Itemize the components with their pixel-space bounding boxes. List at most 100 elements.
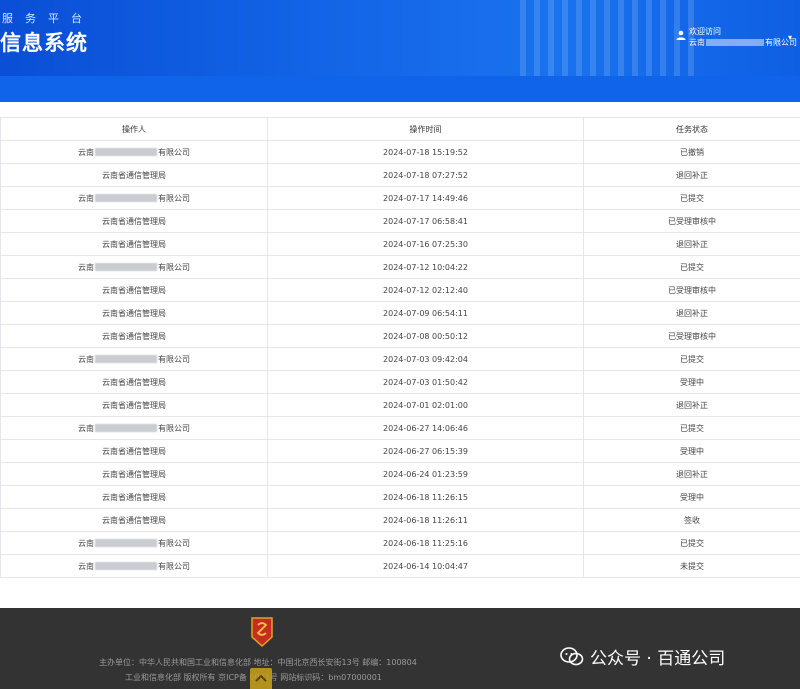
operator-prefix: 云南 <box>78 423 94 433</box>
arrow-up-icon <box>255 674 267 682</box>
cell-operator: 云南省通信管理局 <box>0 324 268 348</box>
table-row: 云南省通信管理局 2024-06-18 11:26:11 签收 <box>0 508 800 532</box>
task-history-table: 操作人 操作时间 任务状态 云南 有限公司 2024-07-18 15:19:52 已… <box>0 117 800 578</box>
operator-suffix: 有限公司 <box>158 561 190 571</box>
cell-status: 未提交 <box>583 554 800 578</box>
cell-time: 2024-07-09 06:54:11 <box>267 301 584 325</box>
redacted-block <box>95 263 157 271</box>
operator-name: 云南 有限公司 <box>78 538 190 549</box>
operator-name: 云南 有限公司 <box>78 354 190 365</box>
redacted-block <box>95 148 157 156</box>
cell-status: 已提交 <box>583 531 800 555</box>
cell-time: 2024-06-18 11:26:15 <box>267 485 584 509</box>
wechat-watermark: 公众号 · 百通公司 <box>560 644 725 669</box>
operator-name: 云南 有限公司 <box>78 561 190 572</box>
redacted-block <box>95 562 157 570</box>
user-company: 云南 有限公司 <box>689 37 797 48</box>
cell-operator: 云南省通信管理局 <box>0 278 268 302</box>
cell-operator: 云南 有限公司 <box>0 186 268 210</box>
watermark-text: 公众号 · 百通公司 <box>590 649 726 669</box>
cell-status: 退回补正 <box>583 301 800 325</box>
table-row: 云南省通信管理局 2024-07-01 02:01:00 退回补正 <box>0 393 800 417</box>
cell-status: 已受理审核中 <box>583 278 800 302</box>
redacted-block <box>95 539 157 547</box>
table-row: 云南省通信管理局 2024-06-18 11:26:15 受理中 <box>0 485 800 509</box>
cell-status: 已受理审核中 <box>583 209 800 233</box>
table-row: 云南 有限公司 2024-07-17 14:49:46 已提交 <box>0 186 800 210</box>
operator-prefix: 云南 <box>78 561 94 571</box>
cell-operator: 云南 有限公司 <box>0 416 268 440</box>
operator-suffix: 有限公司 <box>158 193 190 203</box>
table-row: 云南省通信管理局 2024-07-17 06:58:41 已受理审核中 <box>0 209 800 233</box>
cell-operator: 云南省通信管理局 <box>0 163 268 187</box>
operator-name: 云南 有限公司 <box>78 262 190 273</box>
cell-time: 2024-07-12 10:04:22 <box>267 255 584 279</box>
cell-operator: 云南省通信管理局 <box>0 301 268 325</box>
cell-operator: 云南省通信管理局 <box>0 508 268 532</box>
cell-time: 2024-06-18 11:26:11 <box>267 508 584 532</box>
cell-time: 2024-06-18 11:25:16 <box>267 531 584 555</box>
chevron-down-icon[interactable]: ▾ <box>788 32 792 43</box>
table-row: 云南 有限公司 2024-07-18 15:19:52 已撤销 <box>0 140 800 164</box>
cell-operator: 云南 有限公司 <box>0 347 268 371</box>
cell-status: 已提交 <box>583 186 800 210</box>
table-row: 云南省通信管理局 2024-07-03 01:50:42 受理中 <box>0 370 800 394</box>
table-row: 云南省通信管理局 2024-06-27 06:15:39 受理中 <box>0 439 800 463</box>
cell-time: 2024-07-03 01:50:42 <box>267 370 584 394</box>
cell-status: 受理中 <box>583 439 800 463</box>
cell-status: 已受理审核中 <box>583 324 800 348</box>
cell-operator: 云南省通信管理局 <box>0 232 268 256</box>
operator-prefix: 云南 <box>78 193 94 203</box>
operator-suffix: 有限公司 <box>158 262 190 272</box>
cell-operator: 云南省通信管理局 <box>0 370 268 394</box>
brand-title: 信息系统 <box>0 31 88 55</box>
column-header-status: 任务状态 <box>583 117 800 141</box>
cell-status: 退回补正 <box>583 232 800 256</box>
cell-operator: 云南省通信管理局 <box>0 462 268 486</box>
redacted-block <box>95 424 157 432</box>
cell-status: 受理中 <box>583 370 800 394</box>
page-header: 服务平台 信息系统 欢迎访问 云南 有限公司 ▾ <box>0 0 800 76</box>
cell-time: 2024-07-12 02:12:40 <box>267 278 584 302</box>
user-greeting: 欢迎访问 <box>689 27 721 36</box>
operator-prefix: 云南 <box>78 354 94 364</box>
operator-name: 云南 有限公司 <box>78 423 190 434</box>
table-row: 云南省通信管理局 2024-06-24 01:23:59 退回补正 <box>0 462 800 486</box>
cell-operator: 云南省通信管理局 <box>0 485 268 509</box>
emblem-icon <box>251 617 273 647</box>
table-row: 云南省通信管理局 2024-07-09 06:54:11 退回补正 <box>0 301 800 325</box>
table-row: 云南省通信管理局 2024-07-08 00:50:12 已受理审核中 <box>0 324 800 348</box>
cell-operator: 云南 有限公司 <box>0 140 268 164</box>
redacted-block <box>95 194 157 202</box>
wechat-icon <box>560 646 584 665</box>
table-row: 云南 有限公司 2024-06-18 11:25:16 已提交 <box>0 531 800 555</box>
operator-suffix: 有限公司 <box>158 423 190 433</box>
cell-operator: 云南省通信管理局 <box>0 393 268 417</box>
operator-prefix: 云南 <box>78 538 94 548</box>
cell-status: 退回补正 <box>583 393 800 417</box>
cell-status: 退回补正 <box>583 163 800 187</box>
cell-time: 2024-07-03 09:42:04 <box>267 347 584 371</box>
user-icon <box>676 30 686 40</box>
operator-suffix: 有限公司 <box>158 538 190 548</box>
cell-status: 已提交 <box>583 347 800 371</box>
cell-time: 2024-07-18 07:27:52 <box>267 163 584 187</box>
cell-status: 受理中 <box>583 485 800 509</box>
user-company-prefix: 云南 <box>689 38 705 47</box>
table-row: 云南 有限公司 2024-07-03 09:42:04 已提交 <box>0 347 800 371</box>
table-row: 云南省通信管理局 2024-07-12 02:12:40 已受理审核中 <box>0 278 800 302</box>
operator-name: 云南 有限公司 <box>78 193 190 204</box>
cell-time: 2024-06-27 06:15:39 <box>267 439 584 463</box>
cell-time: 2024-06-24 01:23:59 <box>267 462 584 486</box>
table-row: 云南 有限公司 2024-07-12 10:04:22 已提交 <box>0 255 800 279</box>
cell-time: 2024-07-16 07:25:30 <box>267 232 584 256</box>
cell-operator: 云南省通信管理局 <box>0 209 268 233</box>
cell-status: 已提交 <box>583 416 800 440</box>
table-row: 云南 有限公司 2024-06-27 14:06:46 已提交 <box>0 416 800 440</box>
cell-time: 2024-07-08 00:50:12 <box>267 324 584 348</box>
cell-time: 2024-07-01 02:01:00 <box>267 393 584 417</box>
operator-name: 云南 有限公司 <box>78 147 190 158</box>
cell-operator: 云南省通信管理局 <box>0 439 268 463</box>
back-to-top-button[interactable] <box>250 668 272 689</box>
table-header-row: 操作人 操作时间 任务状态 <box>0 117 800 141</box>
